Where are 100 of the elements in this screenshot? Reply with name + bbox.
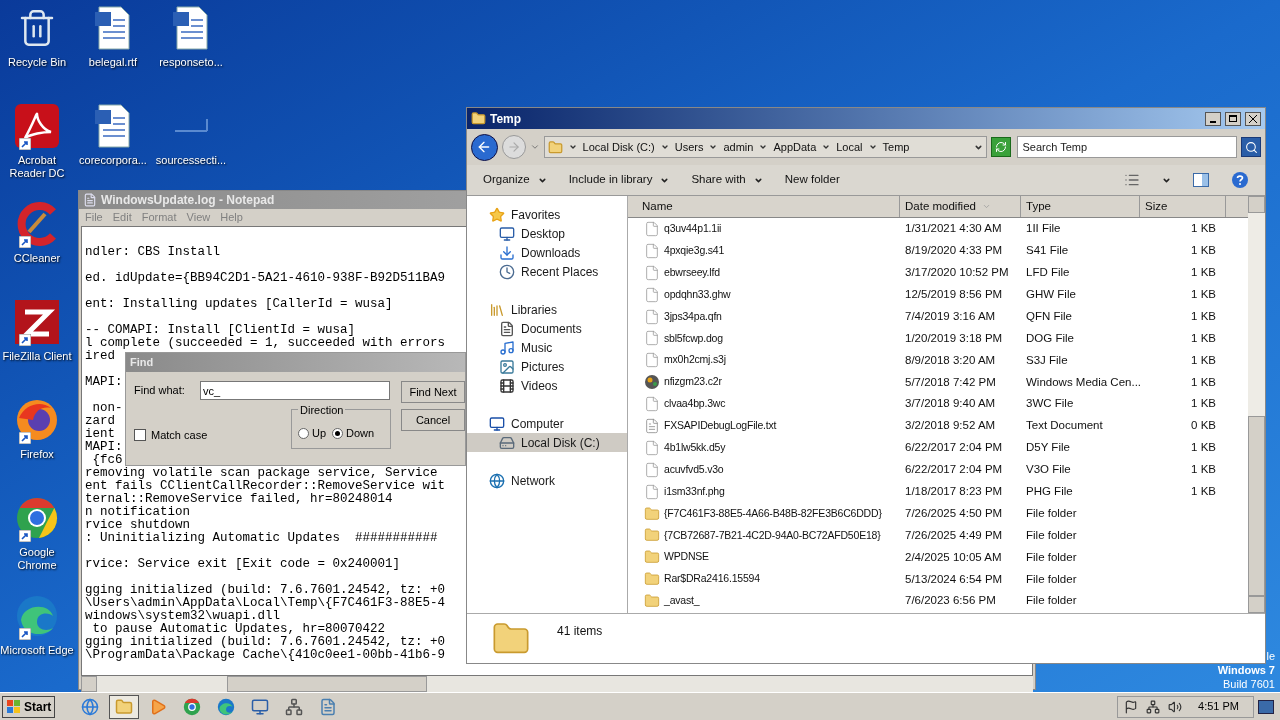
file-row[interactable]: i1sm33nf.phg 1/18/2017 8:23 PM PHG File 1 KB bbox=[628, 480, 1248, 503]
nav-item[interactable]: Documents bbox=[467, 319, 627, 338]
type-cell-text: D5Y File bbox=[1025, 440, 1071, 456]
dialog-button[interactable]: Find Next bbox=[401, 381, 465, 403]
file-row[interactable]: nfizgm23.c2r 5/7/2018 7:42 PM Windows Media Cen... 1 KB bbox=[628, 371, 1248, 394]
toolbar-button[interactable]: Organize bbox=[483, 171, 547, 189]
close-button[interactable] bbox=[1245, 111, 1261, 126]
breadcrumb[interactable]: Local bbox=[836, 138, 863, 156]
dialog-button[interactable]: Cancel bbox=[401, 409, 465, 431]
log-line: ient bbox=[85, 427, 115, 441]
back-button[interactable] bbox=[471, 133, 498, 161]
breadcrumb[interactable]: Local Disk (C:) bbox=[582, 138, 655, 156]
maximize-button[interactable] bbox=[1225, 111, 1241, 126]
file-row[interactable]: 4pxqie3g.s41 8/19/2020 4:33 PM S41 File 1 KB bbox=[628, 239, 1248, 262]
column-header[interactable]: Date modified bbox=[900, 196, 1021, 217]
refresh-button[interactable] bbox=[990, 137, 1011, 157]
column-header[interactable]: Name bbox=[628, 196, 900, 217]
date-cell-text: 12/5/2019 8:56 PM bbox=[904, 287, 1004, 302]
breadcrumb[interactable]: Temp bbox=[882, 138, 910, 156]
file-row[interactable]: WPDNSE 2/4/2025 10:05 AM File folder bbox=[628, 546, 1248, 569]
sort-caret-icon bbox=[981, 202, 991, 211]
start-button[interactable]: Start bbox=[2, 695, 56, 718]
volume-icon[interactable] bbox=[1168, 699, 1183, 714]
desktop-icon-label[interactable]: FileZilla Client bbox=[2, 350, 72, 363]
clock-icon bbox=[499, 263, 515, 280]
search-button[interactable] bbox=[1241, 137, 1261, 157]
file-row[interactable]: _avast_ 7/6/2023 6:56 PM File folder bbox=[628, 590, 1248, 613]
file-row[interactable]: FXSAPIDebugLogFile.txt 3/2/2018 9:52 AM Text Document 0 KB bbox=[628, 415, 1248, 437]
nav-item[interactable]: Computer bbox=[467, 414, 627, 433]
date-cell-text: 7/26/2025 4:49 PM bbox=[904, 527, 1004, 543]
file-row[interactable]: acuvfvd5.v3o 6/22/2017 2:04 PM V3O File 1 KB bbox=[628, 458, 1248, 481]
vertical-scrollbar[interactable] bbox=[1248, 196, 1265, 613]
desktop-icon-label[interactable]: Firefox bbox=[20, 448, 54, 461]
breadcrumb[interactable]: AppData bbox=[773, 138, 817, 156]
nav-item[interactable]: Libraries bbox=[467, 300, 627, 319]
preview-pane-icon[interactable] bbox=[1193, 173, 1209, 187]
wave-logo-icon bbox=[217, 697, 236, 716]
radio-button[interactable] bbox=[298, 427, 309, 439]
desktop-icon-label[interactable]: CCleaner bbox=[13, 252, 61, 265]
file-row[interactable]: q3uv44p1.1ii 1/31/2021 4:30 AM 1II File 1 KB bbox=[628, 218, 1248, 240]
taskbar-app-button[interactable] bbox=[109, 694, 140, 719]
column-header[interactable]: Type bbox=[1021, 196, 1140, 217]
file-name: i1sm33nf.phg bbox=[664, 483, 725, 499]
breadcrumb[interactable]: Users bbox=[674, 138, 704, 156]
file-row[interactable]: sbl5fcwp.dog 1/20/2019 3:18 PM DOG File 1 KB bbox=[628, 327, 1248, 350]
desktop-icon-label[interactable]: Microsoft Edge bbox=[0, 644, 74, 657]
nav-item[interactable]: Music bbox=[467, 338, 627, 357]
nav-item[interactable]: Videos bbox=[467, 376, 627, 395]
column-header[interactable]: Size bbox=[1140, 196, 1226, 217]
file-row[interactable]: opdqhn33.ghw 12/5/2019 8:56 PM GHW File 1 KB bbox=[628, 283, 1248, 306]
match-case-checkbox[interactable] bbox=[134, 428, 146, 441]
file-row[interactable]: mx0h2cmj.s3j 8/9/2018 3:20 AM S3J File 1 KB bbox=[628, 349, 1248, 372]
file-row[interactable]: Rar$DRa2416.15594 5/13/2024 6:54 PM File folder bbox=[628, 568, 1248, 591]
find-what-field[interactable]: vc_ bbox=[200, 381, 390, 400]
file-row[interactable]: clvaa4bp.3wc 3/7/2018 9:40 AM 3WC File 1 KB bbox=[628, 393, 1248, 415]
computer-icon bbox=[489, 415, 505, 432]
picture-icon bbox=[499, 358, 515, 375]
file-row[interactable]: 4b1lw5kk.d5y 6/22/2017 2:04 PM D5Y File 1 KB bbox=[628, 436, 1248, 459]
log-line: windows\system32\wuapi.dll bbox=[85, 609, 281, 623]
browser-logo-icon bbox=[183, 697, 202, 716]
search-field[interactable]: Search Temp bbox=[1016, 136, 1238, 158]
radio-button[interactable] bbox=[332, 427, 344, 439]
file-row[interactable]: {F7C461F3-88E5-4A66-B48B-82FE3B6C6DDD} 7/26/2025 4:50 PM File folder bbox=[628, 502, 1248, 525]
file-name: clvaa4bp.3wc bbox=[664, 396, 726, 412]
file-row[interactable]: ebwrseey.lfd 3/17/2020 10:52 PM LFD File 1 KB bbox=[628, 261, 1248, 284]
nav-item[interactable]: Local Disk (C:) bbox=[467, 433, 627, 452]
size-cell-text: 1 KB bbox=[1190, 440, 1217, 456]
toolbar-button[interactable]: Share with bbox=[691, 171, 763, 189]
toolbar-button[interactable]: New folder bbox=[784, 171, 840, 189]
toolbar-button[interactable]: Include in library bbox=[568, 171, 670, 189]
nav-item[interactable]: Network bbox=[467, 471, 627, 490]
nav-item[interactable]: Favorites bbox=[467, 205, 627, 224]
desktop-icon-label[interactable]: corecorpora... bbox=[79, 154, 147, 167]
nav-item[interactable]: Recent Places bbox=[467, 262, 627, 281]
desktop-icon-label[interactable]: responseto... bbox=[159, 56, 223, 69]
nav-item[interactable]: Downloads bbox=[467, 243, 627, 262]
field-label: Find what: bbox=[134, 383, 186, 399]
help-icon[interactable] bbox=[1231, 171, 1249, 189]
desktop-icon-label[interactable]: Acrobat Reader DC bbox=[0, 154, 74, 180]
forward-arrow-icon bbox=[506, 140, 521, 154]
file-row[interactable]: 3jps34pa.qfn 7/4/2019 3:16 AM QFN File 1 KB bbox=[628, 305, 1248, 328]
date-cell-text: 6/22/2017 2:04 PM bbox=[904, 462, 1004, 478]
breadcrumb[interactable]: admin bbox=[723, 138, 754, 156]
desktop-icon-label[interactable]: belegal.rtf bbox=[88, 56, 138, 69]
flag-icon[interactable] bbox=[1124, 699, 1139, 714]
browser-logo-icon bbox=[15, 496, 59, 540]
show-desktop-button[interactable] bbox=[1258, 699, 1274, 714]
nav-item[interactable]: Desktop bbox=[467, 224, 627, 243]
address-bar[interactable]: Local Disk (C:) Users admin AppData Local Temp bbox=[543, 136, 987, 158]
download-icon bbox=[499, 244, 515, 261]
nav-item[interactable]: Pictures bbox=[467, 357, 627, 376]
desktop-icon-label[interactable]: Recycle Bin bbox=[7, 56, 67, 69]
network-icon[interactable] bbox=[1146, 699, 1161, 714]
file-row[interactable]: {7CB72687-7B21-4C2D-94A0-BC72AFD50E18} 7/26/2025 4:49 PM File folder bbox=[628, 524, 1248, 547]
date-cell-text: 7/4/2019 3:16 AM bbox=[904, 308, 997, 324]
minimize-button[interactable] bbox=[1205, 111, 1221, 126]
folder-icon bbox=[644, 571, 660, 588]
desktop-icon-label[interactable]: sourcessecti... bbox=[155, 154, 227, 167]
view-options-icon[interactable] bbox=[1124, 172, 1140, 188]
desktop-icon-label[interactable]: Google Chrome bbox=[0, 546, 74, 572]
